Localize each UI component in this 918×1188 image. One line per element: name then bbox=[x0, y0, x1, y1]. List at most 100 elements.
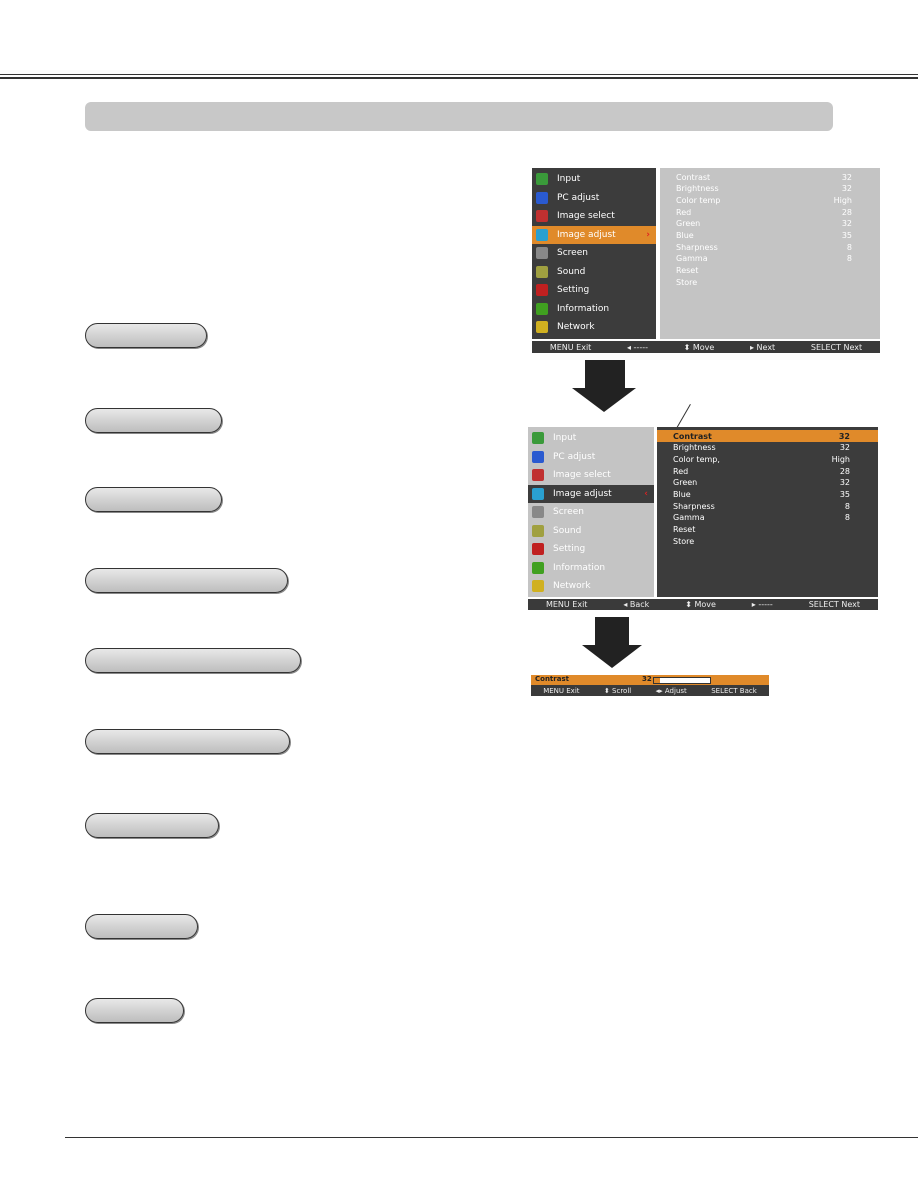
submenu-item-value: 35 bbox=[841, 231, 852, 240]
submenu-item-value: 32 bbox=[839, 443, 850, 453]
top-rule bbox=[0, 74, 918, 75]
footer-hint: MENU Exit bbox=[545, 600, 588, 609]
submenu-item-gamma[interactable]: Gamma 8 bbox=[657, 512, 878, 524]
submenu-item-value: 32 bbox=[841, 172, 852, 182]
submenu-item-label: Red bbox=[676, 207, 692, 217]
submenu-item-blue[interactable]: Blue 35 bbox=[660, 230, 880, 242]
menu-item-network[interactable]: Network bbox=[528, 577, 654, 595]
image-select-icon bbox=[532, 469, 544, 481]
menu-item-image-adjust[interactable]: Image adjust › bbox=[532, 225, 656, 244]
menu-item-screen[interactable]: Screen bbox=[532, 244, 656, 262]
submenu-item-label: Gamma bbox=[673, 513, 705, 523]
menu-item-label: Screen bbox=[553, 507, 584, 517]
submenu-item-label: Store bbox=[676, 277, 698, 287]
submenu-panel: Contrast 32 Brightness 32 Color temp, High Red… bbox=[657, 427, 878, 597]
submenu-item-value: 8 bbox=[846, 242, 852, 252]
submenu-item-contrast[interactable]: Contrast 32 bbox=[657, 430, 878, 442]
menu-item-label: Image adjust bbox=[557, 229, 616, 240]
submenu-item-brightness[interactable]: Brightness 32 bbox=[660, 183, 880, 195]
adjust-value: 32 bbox=[642, 675, 652, 683]
submenu-item-label: Color temp, bbox=[673, 454, 720, 464]
submenu-item-label: Blue bbox=[676, 231, 694, 240]
top-rule-thick bbox=[0, 77, 918, 79]
menu-item-label: PC adjust bbox=[557, 192, 600, 203]
submenu-item-gamma[interactable]: Gamma 8 bbox=[660, 253, 880, 265]
menu-item-pc-adjust[interactable]: PC adjust bbox=[528, 448, 654, 466]
image-select-icon bbox=[536, 210, 548, 222]
information-icon bbox=[536, 302, 548, 315]
pointer-line bbox=[676, 404, 691, 429]
chevron-icon: ‹ bbox=[644, 488, 648, 499]
submenu-item-sharpness[interactable]: Sharpness 8 bbox=[657, 500, 878, 512]
menu-item-label: Sound bbox=[557, 266, 586, 277]
adjust-footer: MENU Exit ⬍ Scroll ◂▸ Adjust SELECT Back bbox=[531, 685, 769, 696]
menu-item-label: PC adjust bbox=[553, 451, 596, 462]
menu-item-label: Input bbox=[553, 433, 577, 443]
menu-item-input[interactable]: Input bbox=[528, 429, 654, 447]
submenu-item-store[interactable]: Store bbox=[660, 276, 880, 288]
heading-pill-4 bbox=[85, 568, 288, 593]
heading-pill-9 bbox=[85, 998, 184, 1023]
adjust-slider[interactable] bbox=[653, 677, 711, 684]
submenu-item-colortemp[interactable]: Color temp High bbox=[660, 194, 880, 206]
setting-icon bbox=[536, 284, 548, 296]
menu-item-screen[interactable]: Screen bbox=[528, 503, 654, 521]
footer-hint: SELECT Back bbox=[711, 686, 757, 695]
heading-pill-6 bbox=[85, 729, 290, 754]
submenu-item-reset[interactable]: Reset bbox=[660, 265, 880, 277]
submenu-item-value: 32 bbox=[841, 219, 852, 229]
menu-item-sound[interactable]: Sound bbox=[532, 263, 656, 281]
section-header-bar bbox=[85, 102, 833, 131]
submenu-item-label: Store bbox=[673, 536, 695, 546]
menu-item-setting[interactable]: Setting bbox=[528, 540, 654, 558]
menu-item-label: Information bbox=[557, 303, 610, 314]
submenu-item-colortemp[interactable]: Color temp, High bbox=[657, 453, 878, 465]
submenu-item-contrast[interactable]: Contrast 32 bbox=[660, 171, 880, 183]
menu-item-network[interactable]: Network bbox=[532, 318, 656, 336]
submenu-item-blue[interactable]: Blue 35 bbox=[657, 489, 878, 501]
menu-item-information[interactable]: Information bbox=[532, 300, 656, 318]
submenu-item-label: Brightness bbox=[673, 443, 716, 453]
submenu-item-store[interactable]: Store bbox=[657, 535, 878, 547]
network-icon bbox=[536, 321, 548, 333]
submenu-item-value: 8 bbox=[844, 513, 850, 523]
menu-item-sound[interactable]: Sound bbox=[528, 522, 654, 540]
submenu-item-value: 32 bbox=[841, 184, 852, 194]
submenu-item-label: Reset bbox=[676, 266, 699, 276]
submenu-item-sharpness[interactable]: Sharpness 8 bbox=[660, 241, 880, 253]
submenu-item-value: 35 bbox=[839, 490, 850, 499]
menu-item-image-adjust[interactable]: Image adjust ‹ bbox=[528, 484, 654, 503]
menu-item-pc-adjust[interactable]: PC adjust bbox=[532, 189, 656, 207]
submenu-item-label: Gamma bbox=[676, 254, 708, 264]
submenu-item-red[interactable]: Red 28 bbox=[660, 206, 880, 218]
screen-icon bbox=[536, 247, 548, 259]
information-icon bbox=[532, 561, 544, 574]
submenu-item-label: Red bbox=[673, 466, 689, 476]
main-menu-panel: Input PC adjust Image select Image adjust ‹ S… bbox=[528, 427, 654, 597]
submenu-item-red[interactable]: Red 28 bbox=[657, 465, 878, 477]
screen-icon bbox=[532, 506, 544, 518]
heading-pill-7 bbox=[85, 813, 219, 838]
submenu-item-reset[interactable]: Reset bbox=[657, 524, 878, 536]
bottom-rule bbox=[65, 1137, 918, 1138]
submenu-item-green[interactable]: Green 32 bbox=[657, 477, 878, 489]
sound-icon bbox=[536, 265, 548, 278]
submenu-item-value: High bbox=[831, 454, 850, 464]
menu-item-image-select[interactable]: Image select bbox=[528, 466, 654, 484]
menu-item-label: Network bbox=[557, 322, 595, 332]
submenu-item-value: 32 bbox=[838, 431, 850, 441]
submenu-item-green[interactable]: Green 32 bbox=[660, 218, 880, 230]
network-icon bbox=[532, 580, 544, 592]
footer-hint: ▸ ----- bbox=[751, 600, 773, 609]
menu-item-setting[interactable]: Setting bbox=[532, 281, 656, 299]
footer-hint: ▸ Next bbox=[750, 342, 776, 352]
footer-hint: SELECT Next bbox=[808, 600, 860, 609]
submenu-item-value: 8 bbox=[846, 254, 852, 264]
down-arrow-1 bbox=[585, 360, 625, 388]
input-icon bbox=[532, 432, 544, 444]
menu-item-information[interactable]: Information bbox=[528, 559, 654, 577]
menu-item-image-select[interactable]: Image select bbox=[532, 207, 656, 225]
submenu-item-brightness[interactable]: Brightness 32 bbox=[657, 442, 878, 454]
footer-hint: SELECT Next bbox=[810, 342, 863, 352]
menu-item-input[interactable]: Input bbox=[532, 170, 656, 188]
